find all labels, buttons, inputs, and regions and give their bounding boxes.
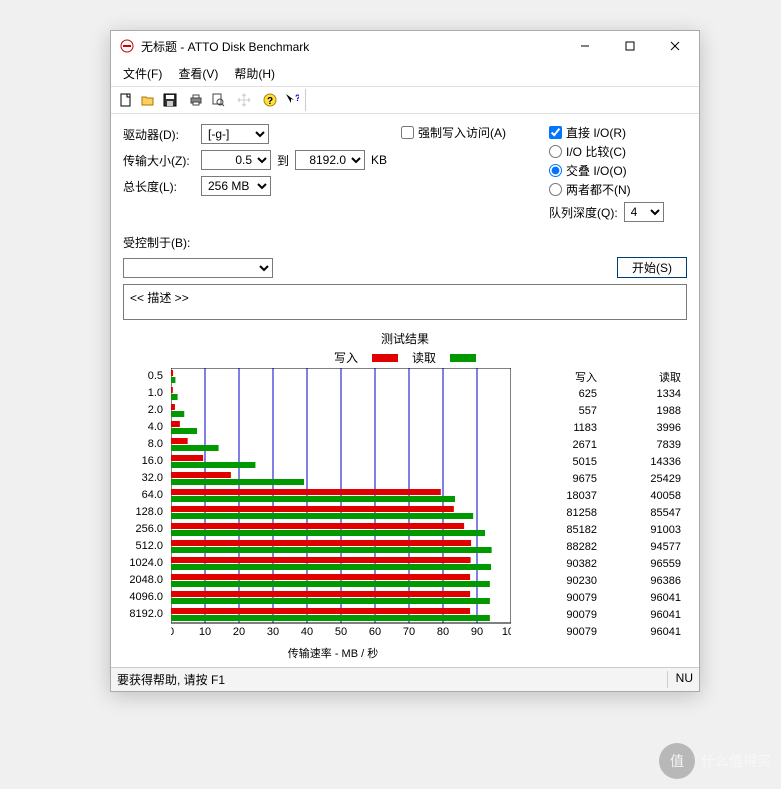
controlled-by-select[interactable] [123,258,273,278]
svg-text:30: 30 [267,626,279,638]
drive-label: 驱动器(D): [123,126,195,143]
menu-file[interactable]: 文件(F) [115,63,170,84]
results-table: 写入读取 62513345571988118339962671783950151… [519,368,687,643]
close-button[interactable] [652,32,697,60]
svg-text:90: 90 [471,626,483,638]
context-help-icon[interactable]: ? [281,89,303,111]
to-label: 到 [277,152,289,169]
move-icon[interactable] [233,89,255,111]
svg-text:10: 10 [199,626,211,638]
svg-text:70: 70 [403,626,415,638]
save-icon[interactable] [159,89,181,111]
drive-select[interactable]: [-g-] [201,124,269,144]
print-preview-icon[interactable] [207,89,229,111]
queue-depth-label: 队列深度(Q): [549,204,618,221]
svg-text:?: ? [267,96,273,107]
watermark: 值 什么值得买 [659,743,771,779]
description-box[interactable]: << 描述 >> [123,284,687,320]
maximize-button[interactable] [607,32,652,60]
svg-text:?: ? [295,93,299,103]
svg-text:60: 60 [369,626,381,638]
menu-help[interactable]: 帮助(H) [226,63,283,84]
app-window: 无标题 - ATTO Disk Benchmark 文件(F) 查看(V) 帮助… [110,30,700,692]
io-compare-radio[interactable]: I/O 比较(C) [549,143,687,160]
queue-depth-select[interactable]: 4 [624,202,664,222]
help-icon[interactable]: ? [259,89,281,111]
transfer-size-label: 传输大小(Z): [123,152,195,169]
results-title: 测试结果 [123,330,687,347]
svg-text:80: 80 [437,626,449,638]
kb-label: KB [371,153,387,167]
overlap-io-radio[interactable]: 交叠 I/O(O) [549,162,687,179]
minimize-button[interactable] [562,32,607,60]
controlled-by-label: 受控制于(B): [123,234,687,251]
chart-y-labels: 0.51.02.04.08.016.032.064.0128.0256.0512… [123,368,163,643]
new-icon[interactable] [115,89,137,111]
min-size-select[interactable]: 0.5 [201,150,271,170]
app-icon [119,38,135,54]
svg-text:20: 20 [233,626,245,638]
open-icon[interactable] [137,89,159,111]
svg-text:50: 50 [335,626,347,638]
chart-legend: 写入 读取 [123,349,687,366]
menubar: 文件(F) 查看(V) 帮助(H) [111,61,699,87]
settings-panel: 驱动器(D): [-g-] 传输大小(Z): 0.5 到 8192.0 KB 总… [111,114,699,667]
statusbar: 要获得帮助, 请按 F1 NU [111,667,699,691]
chart-bars: 0 10 20 30 40 50 60 70 80 90 100 [171,368,511,643]
force-write-checkbox[interactable]: 强制写入访问(A) [401,124,541,141]
titlebar[interactable]: 无标题 - ATTO Disk Benchmark [111,31,699,61]
results-chart: 0.51.02.04.08.016.032.064.0128.0256.0512… [123,368,687,643]
direct-io-checkbox[interactable]: 直接 I/O(R) [549,124,687,141]
toolbar-separator [305,89,306,111]
max-size-select[interactable]: 8192.0 [295,150,365,170]
svg-text:40: 40 [301,626,313,638]
print-icon[interactable] [185,89,207,111]
window-title: 无标题 - ATTO Disk Benchmark [141,38,562,55]
x-axis-label: 传输速率 - MB / 秒 [163,645,503,661]
neither-radio[interactable]: 两者都不(N) [549,181,687,198]
status-nu: NU [667,671,693,688]
start-button[interactable]: 开始(S) [617,257,687,278]
total-length-label: 总长度(L): [123,178,195,195]
toolbar: ? ? [111,87,699,114]
status-text: 要获得帮助, 请按 F1 [117,671,667,688]
total-length-select[interactable]: 256 MB [201,176,271,196]
svg-text:0: 0 [171,626,174,638]
menu-view[interactable]: 查看(V) [170,63,226,84]
svg-text:100: 100 [502,626,511,638]
